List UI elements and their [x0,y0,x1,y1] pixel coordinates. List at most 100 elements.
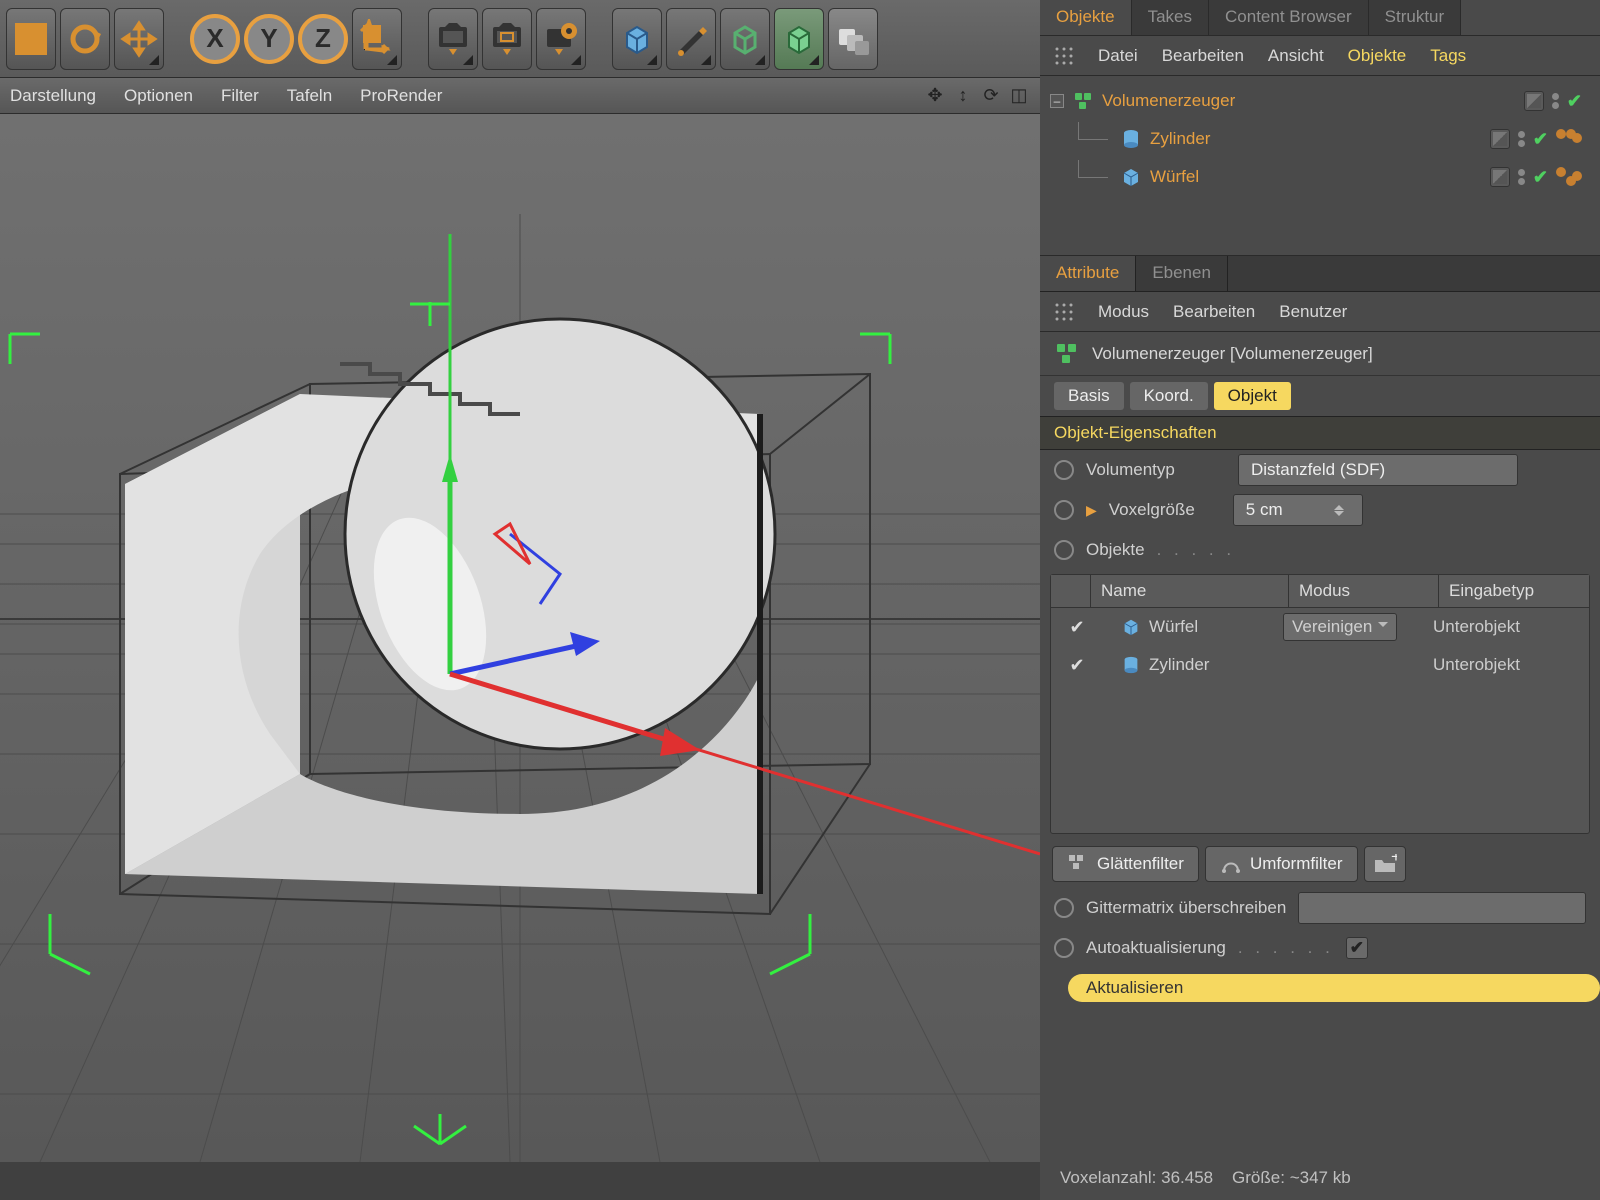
objects-menu-objekte[interactable]: Objekte [1348,46,1407,66]
coord-system-button[interactable] [352,8,402,70]
layer-toggle[interactable] [1490,167,1510,187]
tree-label: Volumenerzeuger [1102,91,1235,111]
viewport-menu-display[interactable]: Darstellung [10,86,96,106]
row-enable-check[interactable]: ✔ [1066,654,1088,676]
tab-takes[interactable]: Takes [1132,0,1209,35]
volume-builder-icon [1054,341,1080,367]
tree-row-volumenerzeuger[interactable]: – Volumenerzeuger ✔ [1050,82,1594,120]
main-toolbar: X Y Z [0,0,1040,78]
table-row[interactable]: ✔ Würfel Vereinigen Unterobjekt [1051,608,1589,646]
more-tools-button[interactable] [828,8,878,70]
viewport-menu-filter[interactable]: Filter [221,86,259,106]
tree-row-zylinder[interactable]: Zylinder ✔ [1050,120,1594,158]
aktualisieren-button[interactable]: Aktualisieren [1068,974,1600,1002]
panel-grid-icon[interactable] [1054,46,1074,66]
visibility-dots[interactable] [1552,93,1559,109]
pill-objekt[interactable]: Objekt [1214,382,1291,410]
tab-ebenen[interactable]: Ebenen [1136,256,1228,291]
generator-button[interactable] [720,8,770,70]
axis-z-toggle[interactable]: Z [298,8,348,70]
dots-icon: . . . . . [1157,540,1236,560]
prop-autoaktualisierung: Autoaktualisierung . . . . . . ✔ [1040,928,1600,968]
pill-koord[interactable]: Koord. [1130,382,1208,410]
table-row[interactable]: ✔ Zylinder Unterobjekt [1051,646,1589,684]
prop-volumentyp: Volumentyp Distanzfeld (SDF) [1040,450,1600,490]
axis-y-toggle[interactable]: Y [244,8,294,70]
umform-filter-button[interactable]: Umformfilter [1205,846,1358,882]
anim-dot-icon[interactable] [1054,460,1074,480]
prop-label: Objekte [1086,540,1145,560]
pill-basis[interactable]: Basis [1054,382,1124,410]
axis-x-toggle[interactable]: X [190,8,240,70]
attr-menu-bearbeiten[interactable]: Bearbeiten [1173,302,1255,322]
auto-update-checkbox[interactable]: ✔ [1346,937,1368,959]
voxel-count-label: Voxelanzahl: [1060,1168,1156,1187]
objects-menu-ansicht[interactable]: Ansicht [1268,46,1324,66]
layer-toggle[interactable] [1490,129,1510,149]
tab-objekte[interactable]: Objekte [1040,0,1132,35]
anim-dot-icon[interactable] [1054,540,1074,560]
attribute-panel-tabs: Attribute Ebenen [1040,256,1600,292]
phong-tag-icon[interactable] [1556,129,1582,149]
render-region-button[interactable] [482,8,532,70]
visibility-dots[interactable] [1518,131,1525,147]
objects-menu-datei[interactable]: Datei [1098,46,1138,66]
undo-button[interactable] [6,8,56,70]
col-eingabetyp: Eingabetyp [1439,575,1589,607]
viewport-menu-options[interactable]: Optionen [124,86,193,106]
camera-orbit-icon[interactable]: ⟳ [980,85,1002,107]
enable-check-icon[interactable]: ✔ [1533,129,1548,150]
mode-dropdown[interactable]: Vereinigen [1283,613,1397,641]
size-value: ~347 kb [1290,1168,1351,1187]
layer-toggle[interactable] [1524,91,1544,111]
object-tree: – Volumenerzeuger ✔ Zylinder ✔ Würfel [1040,76,1600,256]
tree-label: Würfel [1150,167,1199,187]
attr-menu-benutzer[interactable]: Benutzer [1279,302,1347,322]
anim-dot-icon[interactable] [1054,500,1074,520]
folder-plus-icon: + [1373,854,1397,874]
viewport-menu-panels[interactable]: Tafeln [287,86,332,106]
render-settings-button[interactable] [536,8,586,70]
tree-expand-icon[interactable]: – [1050,94,1064,108]
anim-dot-icon[interactable] [1054,938,1074,958]
viewport-maximize-icon[interactable]: ◫ [1008,85,1030,107]
phong-tag-icon[interactable] [1556,167,1582,187]
attr-menu-modus[interactable]: Modus [1098,302,1149,322]
attribute-title: Volumenerzeuger [Volumenerzeuger] [1092,344,1373,364]
volumentyp-dropdown[interactable]: Distanzfeld (SDF) [1238,454,1518,486]
folder-add-button[interactable]: + [1364,846,1406,882]
spinner-icon[interactable] [1334,500,1350,521]
viewport-3d-canvas[interactable] [0,114,1040,1162]
move-tool[interactable] [114,8,164,70]
col-modus: Modus [1289,575,1439,607]
prop-label: Voxelgröße [1109,500,1221,520]
tab-struktur[interactable]: Struktur [1369,0,1462,35]
tab-content-browser[interactable]: Content Browser [1209,0,1369,35]
cylinder-icon [1121,655,1141,675]
cylinder-icon [1120,128,1142,150]
viewport-menu-prorender[interactable]: ProRender [360,86,442,106]
enable-check-icon[interactable]: ✔ [1533,167,1548,188]
primitive-cube-button[interactable] [612,8,662,70]
anim-dot-icon[interactable] [1054,898,1074,918]
row-type: Unterobjekt [1433,655,1583,675]
voxel-size-field[interactable]: 5 cm [1233,494,1363,526]
spline-pen-button[interactable] [666,8,716,70]
camera-zoom-icon[interactable]: ↕ [952,85,974,107]
deformer-button[interactable] [774,8,824,70]
disclose-icon[interactable]: ▶ [1086,502,1097,519]
enable-check-icon[interactable]: ✔ [1567,91,1582,112]
redo-button[interactable] [60,8,110,70]
camera-pan-icon[interactable]: ✥ [924,85,946,107]
visibility-dots[interactable] [1518,169,1525,185]
tree-row-wuerfel[interactable]: Würfel ✔ [1050,158,1594,196]
row-enable-check[interactable]: ✔ [1066,616,1088,638]
panel-grid-icon[interactable] [1054,302,1074,322]
tab-attribute[interactable]: Attribute [1040,256,1136,291]
gittermatrix-field[interactable] [1298,892,1586,924]
render-view-button[interactable] [428,8,478,70]
objects-menu-bearbeiten[interactable]: Bearbeiten [1162,46,1244,66]
attribute-footer: Voxelanzahl: 36.458 Größe: ~347 kb [1040,1160,1600,1200]
glatten-filter-button[interactable]: Glättenfilter [1052,846,1199,882]
objects-menu-tags[interactable]: Tags [1430,46,1466,66]
